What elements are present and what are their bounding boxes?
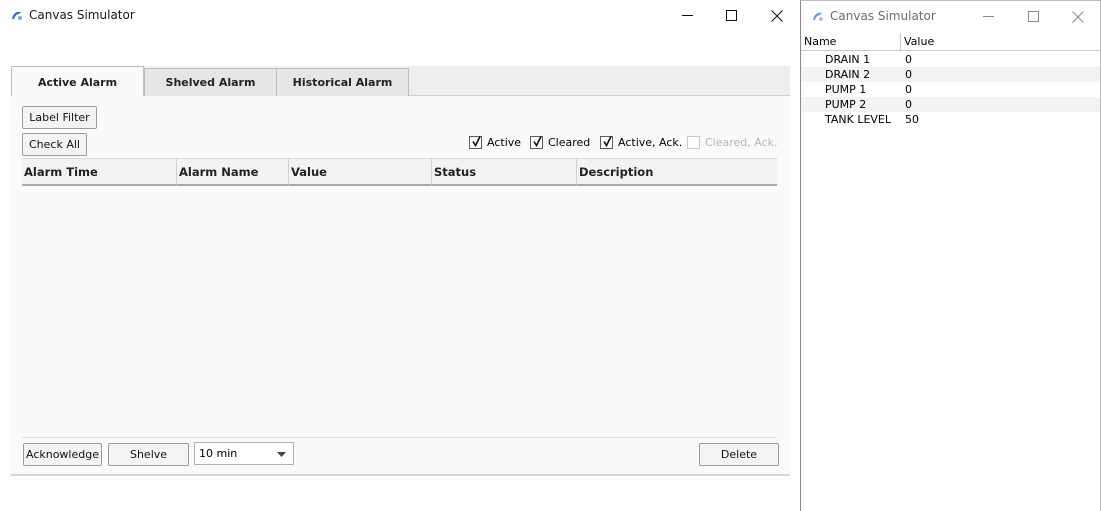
- title-bar[interactable]: Canvas Simulator: [0, 0, 800, 31]
- tag-values-window: Canvas Simulator Name Value DRAIN 1 0 DR…: [800, 0, 1101, 511]
- column-value[interactable]: Value: [904, 35, 934, 48]
- tag-value[interactable]: 0: [905, 53, 912, 66]
- minimize-icon: [982, 16, 994, 17]
- close-button[interactable]: [754, 0, 800, 31]
- shelve-duration-select[interactable]: 10 min: [194, 442, 294, 465]
- tag-row[interactable]: PUMP 2 0: [801, 97, 1100, 112]
- maximize-button[interactable]: [708, 0, 754, 31]
- alarm-table-header: Alarm Time Alarm Name Value Status Descr…: [22, 158, 777, 186]
- tag-row[interactable]: DRAIN 2 0: [801, 67, 1100, 82]
- column-status[interactable]: Status: [432, 159, 577, 185]
- close-button[interactable]: [1055, 1, 1101, 32]
- checkmark-icon: [603, 136, 612, 148]
- column-description[interactable]: Description: [577, 159, 777, 185]
- tag-row[interactable]: TANK LEVEL 50: [801, 112, 1100, 127]
- tag-row[interactable]: DRAIN 1 0: [801, 52, 1100, 67]
- filter-cleared-checkbox[interactable]: Cleared: [530, 136, 590, 149]
- title-bar[interactable]: Canvas Simulator: [801, 1, 1100, 32]
- filter-active-ack-checkbox[interactable]: Active, Ack.: [600, 136, 682, 149]
- filter-label: Cleared: [548, 136, 591, 149]
- tag-name: PUMP 2: [825, 98, 867, 111]
- shelve-duration-value: 10 min: [199, 447, 238, 460]
- checkbox[interactable]: [530, 136, 543, 149]
- tag-name: DRAIN 2: [825, 68, 871, 81]
- filter-label: Active, Ack.: [618, 136, 683, 149]
- column-alarm-time[interactable]: Alarm Time: [22, 159, 177, 185]
- tag-value[interactable]: 0: [905, 83, 912, 96]
- checkmark-icon: [533, 136, 542, 148]
- filter-label: Cleared, Ack.: [705, 136, 778, 149]
- chevron-down-icon: [277, 452, 286, 457]
- column-divider[interactable]: [900, 33, 901, 51]
- tag-value[interactable]: 0: [905, 68, 912, 81]
- tag-value[interactable]: 50: [905, 113, 919, 126]
- filter-cleared-ack-checkbox: Cleared, Ack.: [687, 136, 778, 149]
- acknowledge-button[interactable]: Acknowledge: [23, 443, 102, 466]
- tab-historical-alarm[interactable]: Historical Alarm: [276, 68, 409, 96]
- tag-row[interactable]: PUMP 1 0: [801, 82, 1100, 97]
- window-title: Canvas Simulator: [830, 9, 936, 23]
- column-value[interactable]: Value: [289, 159, 432, 185]
- checkmark-icon: [472, 136, 481, 148]
- checkbox: [687, 136, 700, 149]
- delete-button[interactable]: Delete: [699, 443, 779, 466]
- minimize-button[interactable]: [965, 1, 1011, 32]
- canvas-simulator-icon: [811, 10, 824, 23]
- tag-name: PUMP 1: [825, 83, 867, 96]
- active-alarm-panel: Label Filter Check All Active Cleared Ac…: [11, 96, 790, 476]
- check-all-button[interactable]: Check All: [22, 133, 87, 156]
- checkbox[interactable]: [600, 136, 613, 149]
- checkbox[interactable]: [469, 136, 482, 149]
- maximize-icon: [725, 10, 737, 21]
- canvas-simulator-icon: [10, 9, 23, 22]
- tag-name: DRAIN 1: [825, 53, 871, 66]
- tab-shelved-alarm[interactable]: Shelved Alarm: [144, 68, 277, 96]
- close-icon: [1072, 10, 1084, 23]
- minimize-button[interactable]: [664, 0, 710, 31]
- column-name[interactable]: Name: [804, 35, 836, 48]
- alarm-tabs: Active Alarm Shelved Alarm Historical Al…: [11, 66, 790, 97]
- shelve-button[interactable]: Shelve: [108, 443, 189, 466]
- tag-value[interactable]: 0: [905, 98, 912, 111]
- alarm-window: Canvas Simulator Active Alarm Shelved Al…: [0, 0, 800, 511]
- tab-active-alarm[interactable]: Active Alarm: [11, 66, 144, 97]
- filter-active-checkbox[interactable]: Active: [469, 136, 521, 149]
- window-title: Canvas Simulator: [29, 8, 135, 22]
- maximize-button[interactable]: [1010, 1, 1056, 32]
- label-filter-button[interactable]: Label Filter: [22, 106, 97, 129]
- tag-name: TANK LEVEL: [825, 113, 892, 126]
- tag-table-header: Name Value: [801, 33, 1100, 51]
- filter-label: Active: [487, 136, 522, 149]
- close-icon: [771, 9, 783, 22]
- column-alarm-name[interactable]: Alarm Name: [177, 159, 289, 185]
- alarm-table-body[interactable]: [22, 186, 777, 438]
- minimize-icon: [681, 15, 693, 16]
- maximize-icon: [1027, 11, 1039, 22]
